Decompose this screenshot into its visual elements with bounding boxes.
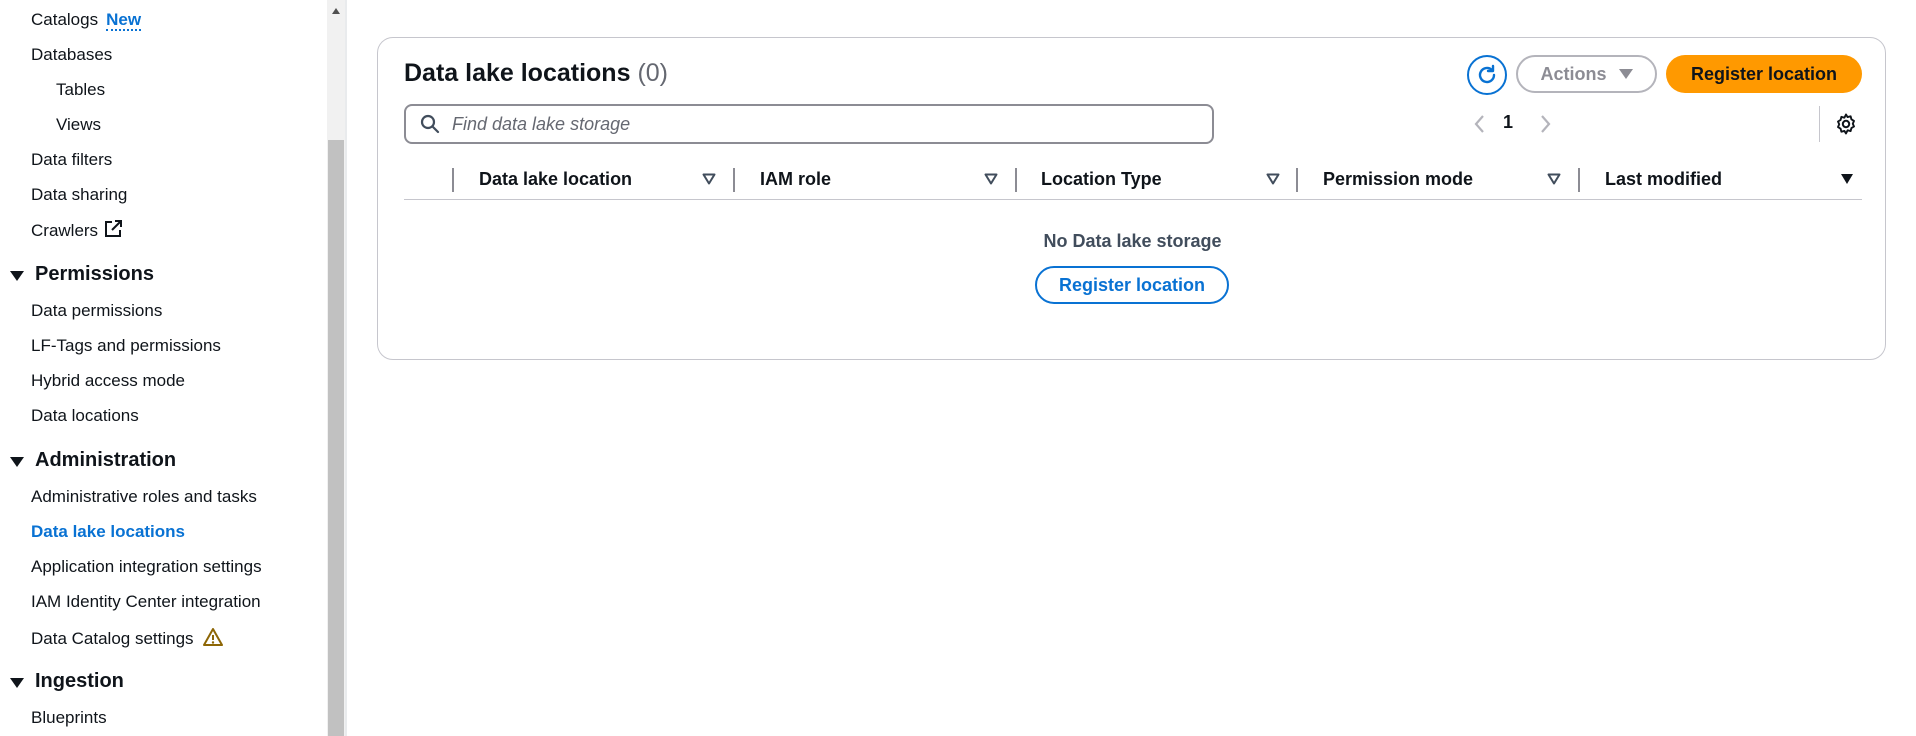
data-lake-locations-table-container: Data lake locations (0) Actions Register…	[377, 37, 1886, 360]
scroll-up-arrow[interactable]	[332, 8, 340, 14]
sidebar-item-crawlers[interactable]: Crawlers	[31, 220, 123, 243]
sidebar-item-data-locations[interactable]: Data locations	[31, 406, 139, 426]
sidebar-scrollbar[interactable]	[327, 0, 345, 736]
sidebar-item-app-integration[interactable]: Application integration settings	[31, 557, 262, 577]
chevron-right-icon	[1541, 115, 1551, 133]
caret-down-icon	[1618, 69, 1633, 79]
next-page-button[interactable]	[1538, 114, 1552, 139]
sidebar-item-catalogs[interactable]: Catalogs New	[31, 10, 142, 31]
pagination-divider	[1819, 106, 1820, 142]
section-ingestion[interactable]: Ingestion	[10, 670, 124, 693]
sidebar-item-data-catalog-settings[interactable]: Data Catalog settings	[31, 627, 224, 652]
sidebar-item-data-filters[interactable]: Data filters	[31, 150, 112, 170]
refresh-button[interactable]	[1467, 55, 1507, 95]
sidebar-item-hybrid-access[interactable]: Hybrid access mode	[31, 371, 185, 391]
column-separator	[1015, 168, 1017, 192]
side-navigation: Catalogs New Databases Tables Views Data …	[0, 0, 327, 736]
sidebar-item-data-lake-locations[interactable]: Data lake locations	[31, 522, 185, 542]
actions-label: Actions	[1540, 63, 1607, 84]
panel-divider	[345, 0, 347, 736]
sidebar-item-admin-roles[interactable]: Administrative roles and tasks	[31, 487, 257, 507]
sidebar-item-data-sharing[interactable]: Data sharing	[31, 185, 127, 205]
sidebar-item-blueprints[interactable]: Blueprints	[31, 708, 107, 728]
new-badge: New	[106, 10, 142, 31]
sidebar-item-lf-tags[interactable]: LF-Tags and permissions	[31, 336, 221, 356]
sidebar-item-tables[interactable]: Tables	[56, 80, 105, 100]
title-text: Data lake locations	[404, 59, 631, 87]
chevron-left-icon	[1474, 115, 1484, 133]
section-permissions[interactable]: Permissions	[10, 263, 154, 286]
sort-icon[interactable]	[984, 173, 998, 185]
column-header-permission-mode[interactable]: Permission mode	[1323, 158, 1473, 200]
settings-gear-icon	[1837, 113, 1855, 135]
column-header-last-modified[interactable]: Last modified	[1605, 158, 1722, 200]
register-location-button[interactable]: Register location	[1666, 55, 1862, 93]
page-number[interactable]: 1	[1503, 112, 1513, 133]
refresh-icon	[1478, 64, 1496, 84]
column-separator	[733, 168, 735, 192]
scroll-thumb[interactable]	[328, 140, 344, 736]
column-separator	[1296, 168, 1298, 192]
warning-icon	[202, 627, 224, 652]
search-icon	[420, 114, 440, 134]
caret-down-icon	[10, 270, 24, 281]
sort-icon[interactable]	[1547, 173, 1561, 185]
empty-state-text: No Data lake storage	[1043, 231, 1222, 251]
column-header-location-type[interactable]: Location Type	[1041, 158, 1162, 200]
sidebar-item-label: Crawlers	[31, 221, 99, 240]
sidebar-item-data-permissions[interactable]: Data permissions	[31, 301, 162, 321]
sidebar-item-iam-identity-center[interactable]: IAM Identity Center integration	[31, 592, 261, 612]
item-count: (0)	[637, 59, 668, 87]
sidebar-item-label: Data Catalog settings	[31, 629, 194, 648]
search-field[interactable]	[404, 104, 1214, 144]
column-separator	[452, 168, 454, 192]
section-administration[interactable]: Administration	[10, 449, 176, 472]
column-header-iam-role[interactable]: IAM role	[760, 158, 831, 200]
search-input[interactable]	[452, 113, 1152, 135]
external-link-icon	[104, 220, 123, 243]
caret-down-icon	[10, 677, 24, 688]
column-separator	[1578, 168, 1580, 192]
actions-dropdown-button[interactable]: Actions	[1516, 55, 1657, 93]
column-header-data-lake-location[interactable]: Data lake location	[479, 158, 632, 200]
sidebar-item-views[interactable]: Views	[56, 115, 101, 135]
section-title: Permissions	[35, 263, 154, 285]
sort-icon[interactable]	[702, 173, 716, 185]
table-header: Data lake location IAM role Location Typ…	[404, 158, 1862, 200]
sidebar-item-label: Catalogs	[31, 10, 99, 29]
previous-page-button[interactable]	[1473, 114, 1487, 139]
sort-descending-icon[interactable]	[1840, 173, 1854, 185]
page-title: Data lake locations (0)	[404, 59, 668, 88]
empty-state-register-location-button[interactable]: Register location	[1035, 266, 1229, 304]
caret-down-icon	[10, 456, 24, 467]
sidebar-item-databases[interactable]: Databases	[31, 45, 112, 65]
preferences-button[interactable]	[1834, 112, 1858, 141]
section-title: Ingestion	[35, 670, 124, 692]
section-title: Administration	[35, 449, 177, 471]
sort-icon[interactable]	[1266, 173, 1280, 185]
